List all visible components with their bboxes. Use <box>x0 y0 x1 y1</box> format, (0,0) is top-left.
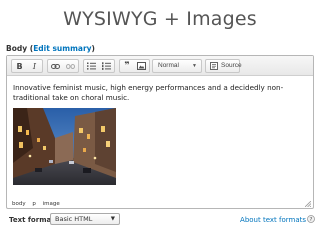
resize-grip-icon[interactable] <box>305 201 311 207</box>
bulleted-list-icon <box>87 62 96 70</box>
bulleted-list-button[interactable] <box>84 60 99 72</box>
text-format-select[interactable]: Basic HTML ▼ <box>50 213 120 225</box>
svg-text:?: ? <box>310 217 313 223</box>
body-field-label: Body (Edit summary) <box>6 44 95 53</box>
text-format-value: Basic HTML <box>55 215 93 223</box>
image-button[interactable] <box>134 60 149 72</box>
toolbar-group-image <box>134 59 150 73</box>
blockquote-button[interactable]: ❞ <box>120 60 134 72</box>
editor-content[interactable]: Innovative feminist music, high energy p… <box>13 83 309 102</box>
slide-title: WYSIWYG + Images <box>63 8 257 30</box>
chevron-down-icon: ▼ <box>110 216 115 222</box>
link-icon <box>51 63 60 69</box>
source-icon <box>210 62 218 70</box>
about-text-formats-link[interactable]: About text formats <box>240 216 306 224</box>
toolbar-group-lists <box>83 59 115 73</box>
source-button-label: Source <box>221 62 242 69</box>
edit-summary-link[interactable]: Edit summary <box>33 44 91 53</box>
chevron-down-icon: ▼ <box>192 63 197 69</box>
path-item-body[interactable]: body <box>12 201 26 207</box>
path-item-image[interactable]: image <box>43 201 60 207</box>
numbered-list-button[interactable] <box>99 60 114 72</box>
numbered-list-icon <box>102 62 111 70</box>
toolbar-group-media: ❞ <box>119 59 134 73</box>
unlink-icon <box>66 63 75 69</box>
help-icon[interactable]: ? <box>307 215 315 223</box>
link-button[interactable] <box>48 60 63 72</box>
editor-toolbar: B I ❞ Normal ▼ Source <box>7 56 313 76</box>
toolbar-group-links <box>47 59 79 73</box>
unlink-button[interactable] <box>63 60 78 72</box>
element-path-bar: body p image <box>7 199 313 209</box>
italic-button[interactable]: I <box>27 60 42 72</box>
bold-button[interactable]: B <box>12 60 27 72</box>
source-button[interactable]: Source <box>205 59 242 73</box>
label-close-paren: ) <box>91 44 95 53</box>
wysiwyg-editor: B I ❞ Normal ▼ Source Innovative feminis… <box>6 55 314 209</box>
street-photo[interactable] <box>13 108 116 185</box>
toolbar-group-basic: B I <box>11 59 43 73</box>
path-item-p[interactable]: p <box>32 201 36 207</box>
text-format-label: Text format <box>9 216 55 224</box>
format-select-value: Normal <box>158 62 179 69</box>
image-icon <box>137 62 146 70</box>
format-select[interactable]: Normal ▼ <box>152 59 202 73</box>
body-label: Body <box>6 44 28 53</box>
